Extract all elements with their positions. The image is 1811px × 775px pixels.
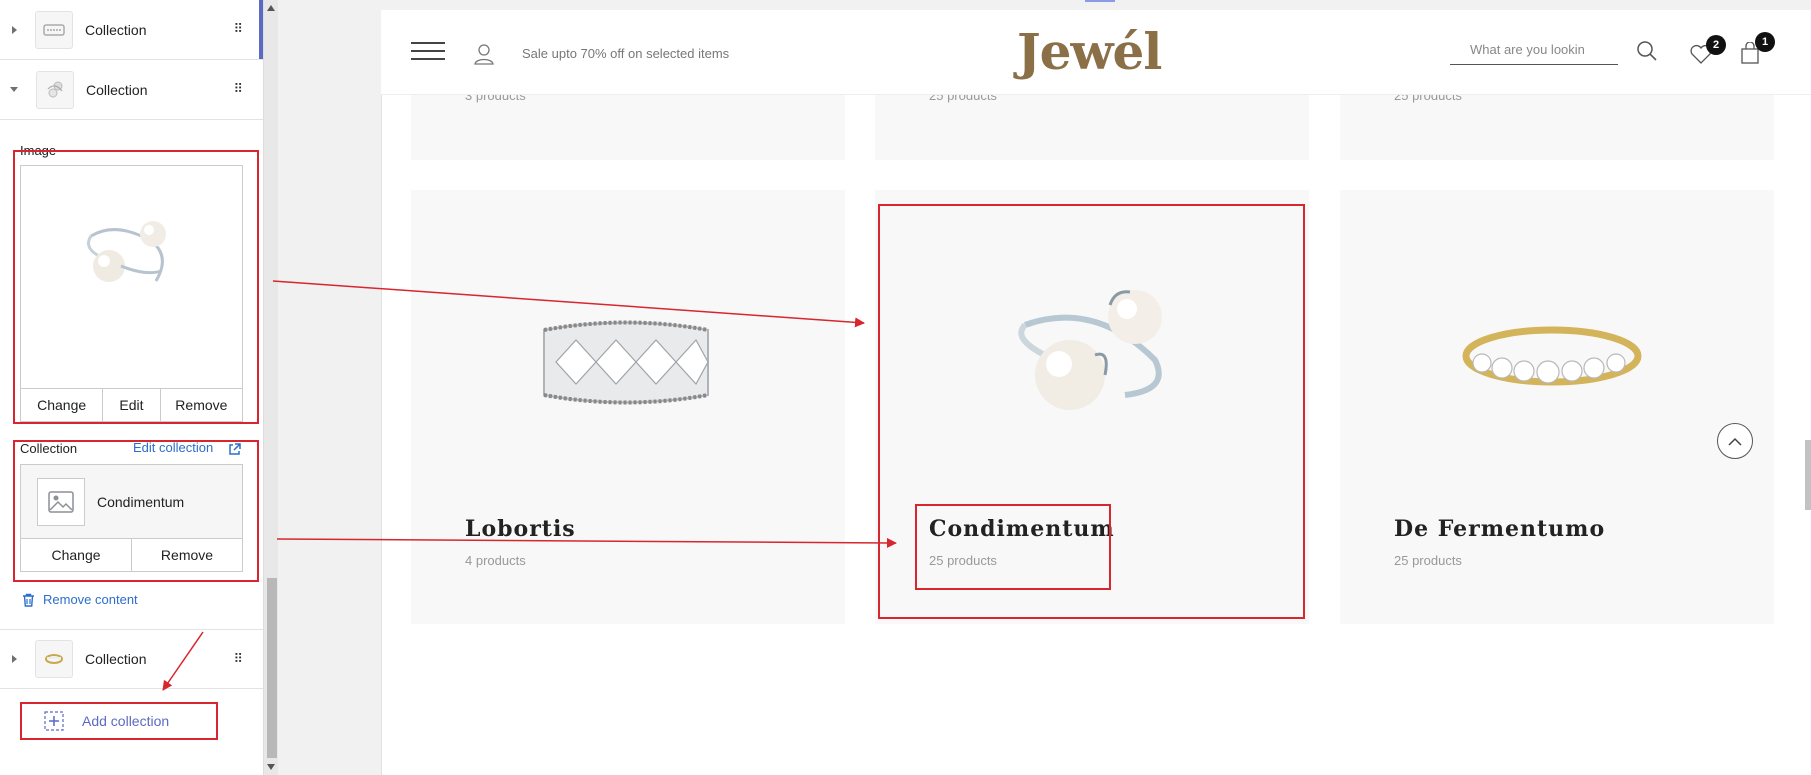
gold-ring-image <box>1462 326 1642 386</box>
hamburger-menu-icon[interactable] <box>411 42 445 60</box>
drag-handle-icon[interactable]: ⠿ <box>233 22 242 37</box>
collection-block-label: Collection <box>85 21 147 38</box>
collection-block-1[interactable]: Collection ⠿ <box>0 0 263 60</box>
store-logo[interactable]: Jewél <box>1017 22 1162 81</box>
card-title: De Fermentumo <box>1394 516 1606 542</box>
cart-count-badge: 1 <box>1755 32 1775 52</box>
collection-card-top-3[interactable]: 25 products <box>1340 88 1774 160</box>
annotation-collection-box <box>13 440 259 582</box>
expand-caret-icon[interactable] <box>12 25 17 34</box>
scroll-up-icon[interactable] <box>267 5 275 11</box>
annotation-image-box <box>13 150 259 424</box>
card-product-count: 25 products <box>1394 553 1462 568</box>
annotation-add-collection-box <box>20 702 218 740</box>
search-icon[interactable] <box>1636 40 1658 62</box>
card-product-count: 4 products <box>465 553 526 568</box>
wishlist-count-badge: 2 <box>1706 35 1726 55</box>
annotation-title-box <box>915 504 1111 590</box>
drag-handle-icon[interactable]: ⠿ <box>233 82 242 97</box>
collection-block-label: Collection <box>86 81 148 98</box>
collection-block-label: Collection <box>85 651 147 667</box>
collection-block-2[interactable]: Collection ⠿ <box>0 60 263 120</box>
collection-card-top-2[interactable]: 25 products <box>875 88 1309 160</box>
collection-card-lobortis[interactable]: Lobortis 4 products <box>411 190 845 624</box>
collection-thumbnail <box>35 10 73 49</box>
drag-handle-icon[interactable]: ⠿ <box>233 652 242 667</box>
collection-thumbnail <box>36 70 74 109</box>
account-icon[interactable] <box>473 43 495 65</box>
chevron-up-icon <box>1728 437 1742 446</box>
card-title: Lobortis <box>465 516 576 542</box>
store-header: Sale upto 70% off on selected items Jewé… <box>381 10 1811 95</box>
collapse-caret-icon[interactable] <box>10 87 18 92</box>
collection-card-top-1[interactable]: 3 products <box>411 88 845 160</box>
preview-scroll-thumb[interactable] <box>1805 440 1811 510</box>
preview-top-marker <box>1085 0 1115 2</box>
search-input[interactable]: What are you lookin <box>1450 35 1618 65</box>
collection-card-de-fermentumo[interactable]: De Fermentumo 25 products <box>1340 190 1774 624</box>
sidebar-scroll-thumb[interactable] <box>267 578 277 758</box>
search-placeholder: What are you lookin <box>1470 42 1585 57</box>
scroll-down-icon[interactable] <box>267 764 275 770</box>
band-ring-image <box>543 320 709 405</box>
promo-text: Sale upto 70% off on selected items <box>522 46 730 61</box>
collection-thumbnail <box>35 640 73 678</box>
trash-icon <box>23 593 34 607</box>
back-to-top-button[interactable] <box>1717 423 1753 459</box>
remove-content-button[interactable]: Remove content <box>22 592 138 607</box>
remove-content-label: Remove content <box>43 592 138 607</box>
collection-block-3[interactable]: Collection ⠿ <box>0 629 263 689</box>
expand-caret-icon[interactable] <box>12 655 17 663</box>
